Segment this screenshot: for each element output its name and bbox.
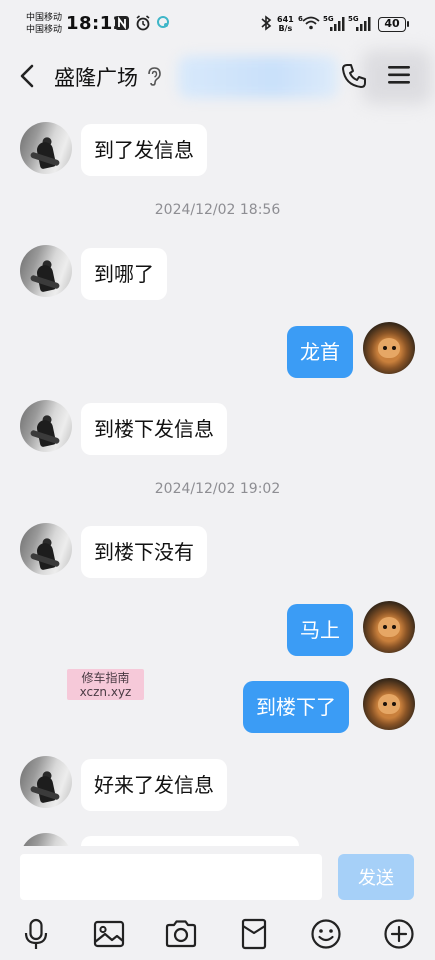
my-avatar[interactable]	[363, 322, 415, 374]
outgoing-message[interactable]: 到楼下了	[243, 681, 349, 733]
my-avatar[interactable]	[363, 601, 415, 653]
watermark-line-1: 修车指南	[81, 671, 130, 685]
send-button[interactable]: 发送	[338, 854, 414, 900]
signal-2-icon	[356, 17, 371, 31]
composer: 发送	[0, 846, 435, 960]
message-timestamp: 2024/12/02 19:02	[154, 481, 281, 497]
outgoing-message[interactable]: 龙首	[287, 326, 353, 378]
my-avatar[interactable]	[363, 678, 415, 730]
status-bar: 中国移动 中国移动 18:12 641 B/s 6 5G 5G 40	[0, 0, 435, 46]
app-notification-icon	[157, 16, 169, 28]
camera-icon[interactable]	[163, 916, 199, 952]
menu-button[interactable]	[387, 64, 411, 86]
ear-mode-icon[interactable]	[146, 66, 162, 86]
contact-avatar[interactable]	[20, 245, 72, 297]
contact-avatar[interactable]	[20, 523, 72, 575]
alarm-icon	[136, 15, 150, 31]
network-speed-value: 641	[277, 15, 294, 24]
contact-avatar[interactable]	[20, 756, 72, 808]
plus-icon[interactable]	[381, 916, 417, 952]
back-button[interactable]	[14, 60, 44, 92]
red-packet-icon[interactable]	[236, 916, 272, 952]
nfc-icon	[115, 16, 129, 30]
chat-title: 盛隆广场	[54, 66, 138, 90]
outgoing-message[interactable]: 马上	[287, 604, 353, 656]
incoming-message[interactable]: 好来了发信息	[81, 759, 227, 811]
blurred-region	[178, 56, 338, 98]
wifi-icon	[302, 16, 320, 30]
bluetooth-icon	[261, 15, 272, 31]
contact-avatar[interactable]	[20, 122, 72, 174]
network-speed-unit: B/s	[278, 24, 293, 33]
microphone-icon[interactable]	[18, 916, 54, 952]
incoming-message[interactable]: 到楼下没有	[81, 526, 207, 578]
emoji-icon[interactable]	[308, 916, 344, 952]
carrier-2: 中国移动	[26, 25, 63, 35]
incoming-message[interactable]: 到楼下发信息	[81, 403, 227, 455]
signal-1-icon	[330, 17, 345, 31]
watermark: 修车指南 xczn.xyz	[67, 669, 144, 700]
phone-call-button[interactable]	[340, 62, 368, 90]
watermark-line-2: xczn.xyz	[79, 685, 132, 699]
chat-header: 盛隆广场	[0, 46, 435, 106]
network-speed: 641 B/s	[277, 15, 294, 33]
incoming-message[interactable]: 到了发信息	[81, 124, 207, 176]
incoming-message[interactable]: 到哪了	[81, 248, 167, 300]
carrier-1: 中国移动	[26, 13, 63, 23]
contact-avatar[interactable]	[20, 400, 72, 452]
message-input[interactable]	[20, 854, 322, 900]
image-icon[interactable]	[91, 916, 127, 952]
carrier-names: 中国移动 中国移动	[26, 12, 62, 36]
message-timestamp: 2024/12/02 18:56	[154, 202, 281, 218]
battery-indicator: 40	[378, 17, 409, 32]
